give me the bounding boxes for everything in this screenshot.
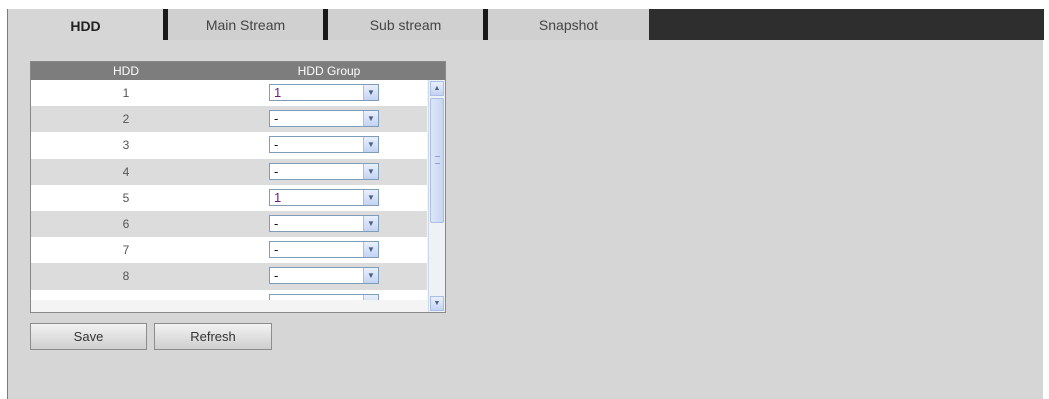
tab-divider bbox=[163, 9, 168, 40]
tab-sub-stream[interactable]: Sub stream bbox=[323, 9, 483, 40]
save-button[interactable]: Save bbox=[30, 323, 147, 350]
tab-hdd-label: HDD bbox=[70, 17, 101, 34]
hdd-group-value: - bbox=[274, 111, 279, 127]
tab-snapshot[interactable]: Snapshot bbox=[483, 9, 649, 40]
chevron-down-icon: ▼ bbox=[363, 242, 378, 258]
hdd-group-value: 1 bbox=[274, 85, 282, 100]
table-row: 3- ▼ bbox=[31, 132, 427, 159]
scroll-up-button[interactable]: ▲ bbox=[430, 81, 444, 96]
tab-hdd[interactable]: HDD bbox=[8, 9, 163, 42]
chevron-down-icon: ▼ bbox=[363, 163, 378, 179]
hdd-number: 1 bbox=[122, 86, 130, 101]
table-row: 4- ▼ bbox=[31, 158, 427, 185]
hdd-group-select[interactable]: 1 ▼ bbox=[269, 188, 379, 206]
hdd-number: 7 bbox=[122, 243, 130, 258]
table-scrollbar[interactable]: ▲ ▼ bbox=[428, 80, 445, 312]
table-row: 6- ▼ bbox=[31, 210, 427, 238]
table-header: HDD HDD Group bbox=[31, 62, 445, 80]
hdd-number: 6 bbox=[122, 217, 130, 232]
chevron-down-icon: ▼ bbox=[363, 294, 378, 300]
hdd-group-value: - bbox=[274, 163, 279, 179]
hdd-number: 8 bbox=[122, 269, 130, 284]
hdd-number: 4 bbox=[122, 164, 130, 179]
hdd-group-select[interactable]: - ▼ bbox=[269, 267, 379, 285]
table-row: 8- ▼ bbox=[31, 263, 427, 290]
tab-snapshot-label: Snapshot bbox=[538, 16, 599, 33]
table-body: 1 1 ▼ 2- ▼ 3- ▼ 4- ▼ 5 1 ▼ 6- ▼ 7- ▼ 8- ▼ bbox=[31, 80, 445, 290]
tab-main-stream[interactable]: Main Stream bbox=[163, 9, 323, 40]
hdd-group-select[interactable]: ▼ bbox=[269, 293, 379, 300]
hdd-group-select[interactable]: - ▼ bbox=[269, 214, 379, 232]
hdd-group-value: 1 bbox=[274, 189, 282, 205]
tab-divider bbox=[323, 9, 328, 40]
chevron-down-icon: ▼ bbox=[433, 300, 441, 307]
chevron-down-icon: ▼ bbox=[363, 189, 378, 205]
hdd-group-select[interactable]: 1 ▼ bbox=[269, 84, 379, 101]
tab-sub-stream-label: Sub stream bbox=[369, 16, 442, 33]
hdd-group-value: - bbox=[274, 137, 279, 153]
tab-bar: HDD Main Stream Sub stream Snapshot bbox=[8, 9, 1044, 42]
hdd-number: 2 bbox=[122, 112, 130, 127]
hdd-group-value: - bbox=[274, 215, 279, 231]
hdd-group-select[interactable]: - ▼ bbox=[269, 136, 379, 154]
table-row: 5 1 ▼ bbox=[31, 184, 427, 211]
hdd-group-table: HDD HDD Group 11▼2-▼3-▼4-▼51▼6-▼7-▼8-▼ ▼… bbox=[30, 61, 446, 313]
chevron-down-icon: ▼ bbox=[363, 111, 378, 127]
hdd-group-select[interactable]: - ▼ bbox=[269, 110, 379, 128]
header-hdd: HDD bbox=[113, 64, 139, 78]
chevron-down-icon: ▼ bbox=[363, 215, 378, 231]
chevron-up-icon: ▲ bbox=[433, 85, 441, 92]
refresh-button[interactable]: Refresh bbox=[154, 323, 272, 350]
scroll-thumb[interactable] bbox=[430, 98, 444, 223]
hdd-number: 3 bbox=[122, 138, 130, 153]
tab-divider bbox=[483, 9, 488, 40]
table-row: 1 1 ▼ bbox=[31, 80, 427, 107]
grip-icon bbox=[435, 156, 440, 164]
chevron-down-icon: ▼ bbox=[363, 268, 378, 284]
header-hdd-group: HDD Group bbox=[297, 64, 361, 78]
tab-main-stream-label: Main Stream bbox=[205, 16, 286, 33]
chevron-down-icon: ▼ bbox=[363, 137, 378, 153]
table-row: 7- ▼ bbox=[31, 237, 427, 264]
table-row-partial: ▼ bbox=[31, 289, 427, 300]
hdd-group-select[interactable]: - ▼ bbox=[269, 162, 379, 180]
hdd-group-value: - bbox=[274, 242, 279, 258]
chevron-down-icon: ▼ bbox=[363, 85, 378, 100]
hdd-group-value: - bbox=[274, 268, 279, 284]
scroll-down-button[interactable]: ▼ bbox=[430, 296, 444, 311]
settings-panel: HDD Main Stream Sub stream Snapshot HDD … bbox=[7, 9, 1044, 399]
table-row: 2- ▼ bbox=[31, 106, 427, 133]
hdd-group-select[interactable]: - ▼ bbox=[269, 241, 379, 259]
hdd-number: 5 bbox=[122, 190, 130, 205]
